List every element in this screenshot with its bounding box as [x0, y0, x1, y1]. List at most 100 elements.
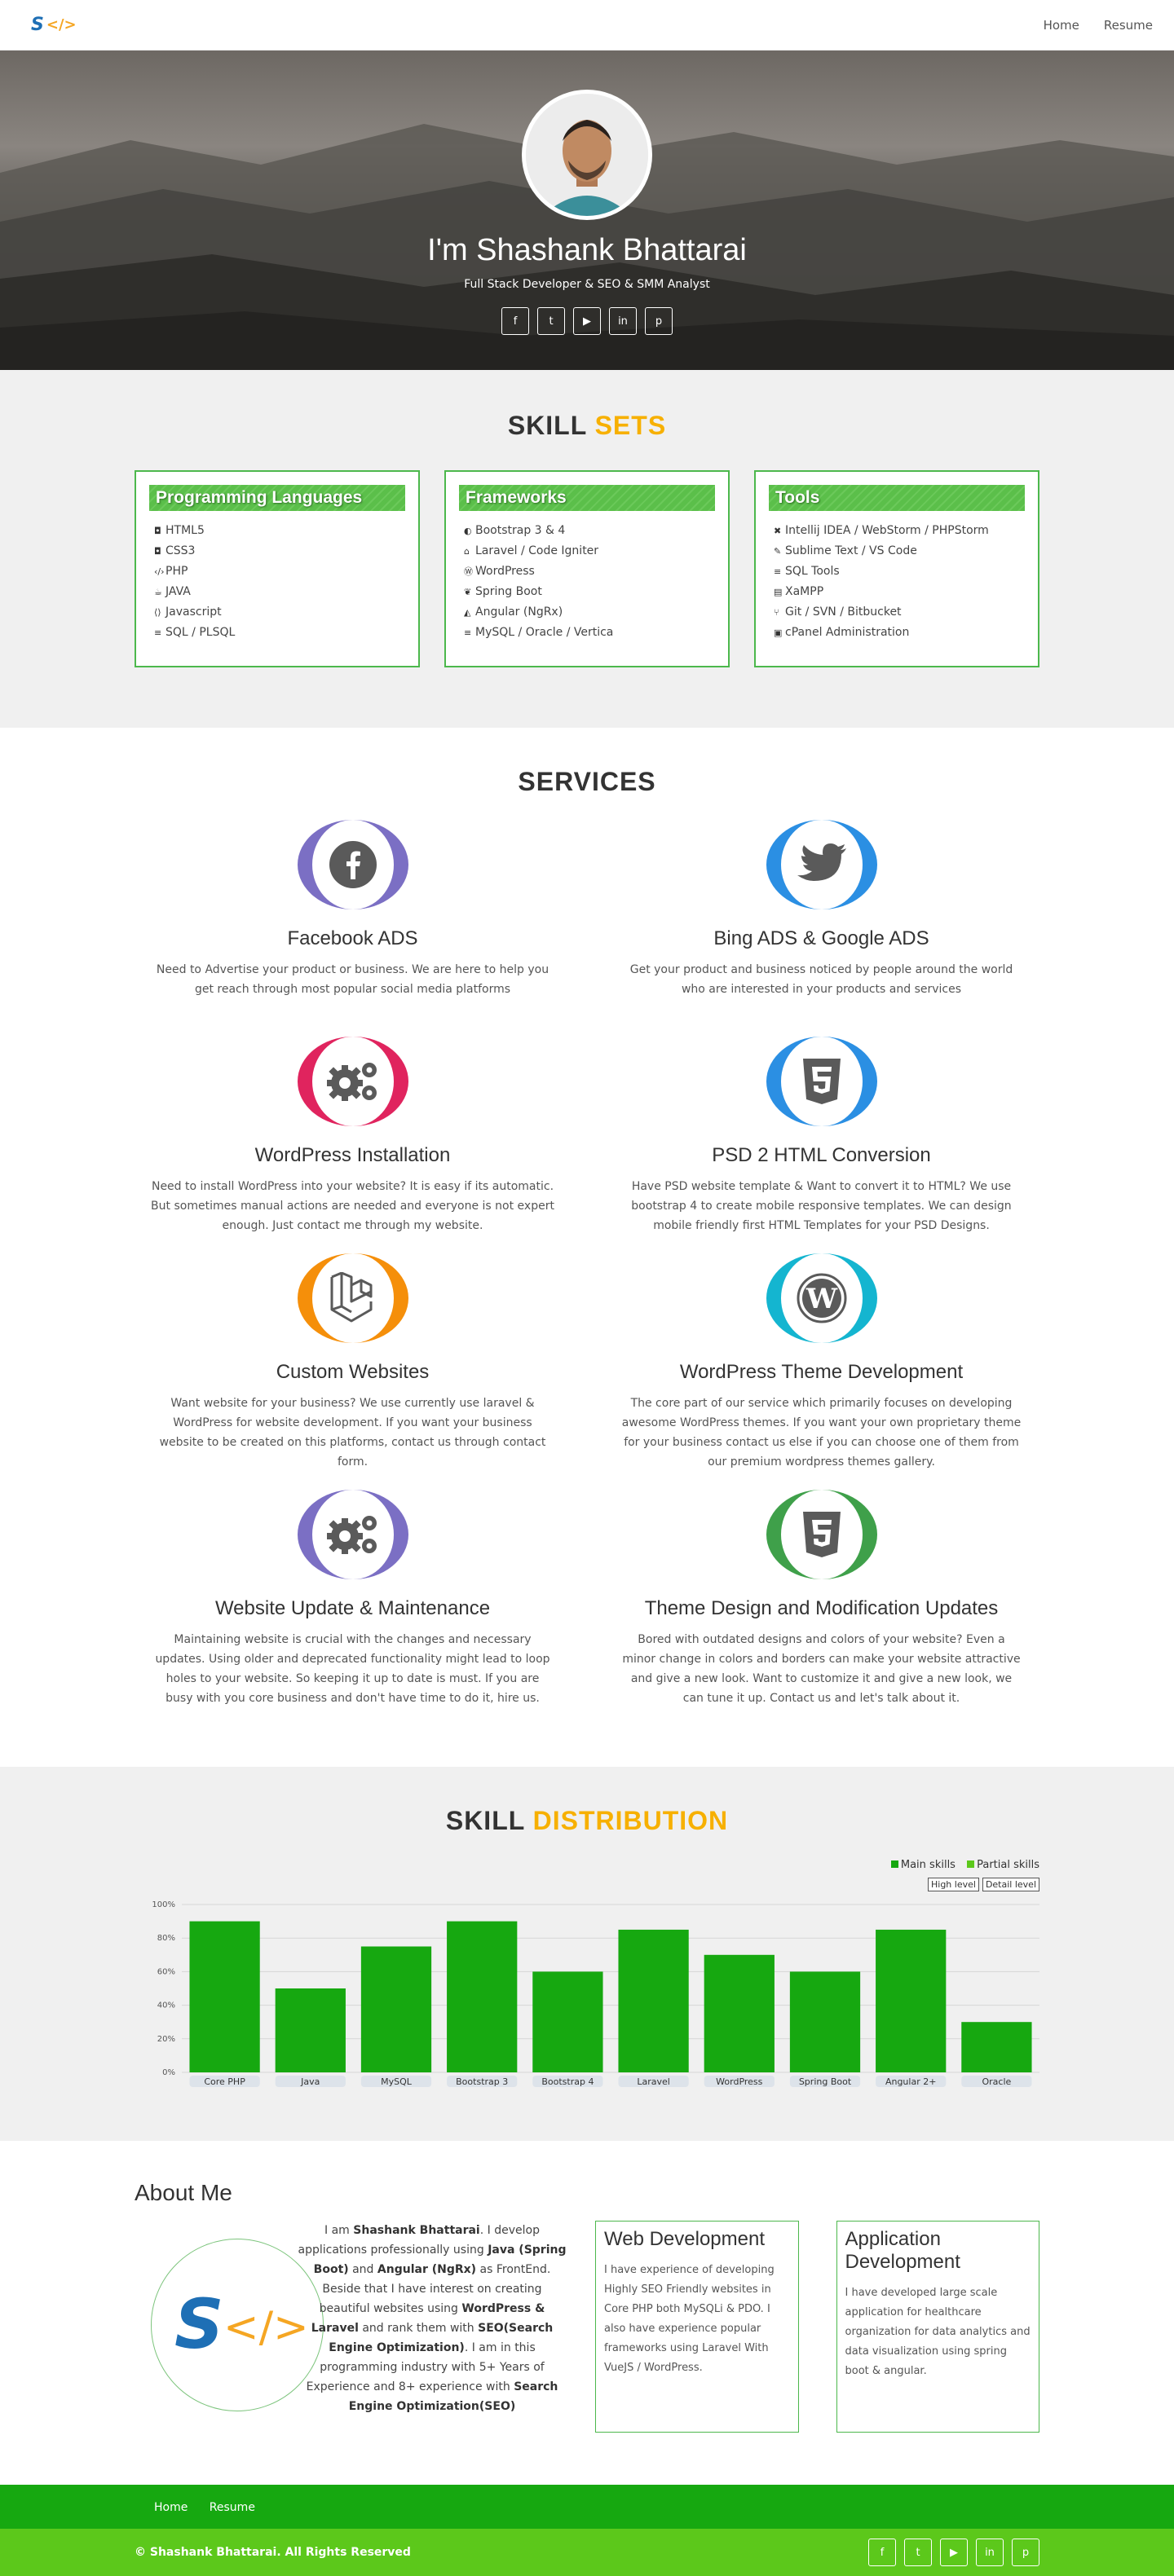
laravel-icon — [330, 1272, 372, 1323]
list-item: ✎ Sublime Text / VS Code — [769, 541, 1025, 561]
site-logo[interactable]: S </> — [31, 15, 77, 35]
skill-card-programming: Programming Languages ◘ HTML5 ◘ CSS3 ‹/›PH… — [135, 470, 420, 667]
copyright-text: © Shashank Bhattarai. All Rights Reserve… — [135, 2546, 411, 2559]
service-text: Want website for your business? We use c… — [159, 1397, 546, 1469]
service-wordpress-installation: WordPress Installation Need to install W… — [135, 1037, 571, 1253]
html5-icon — [802, 1059, 841, 1104]
css3-icon — [802, 1512, 841, 1557]
service-icon-ring: W — [766, 1253, 877, 1343]
x-tick-label: Bootstrap 3 — [456, 2076, 508, 2087]
twitter-icon — [797, 843, 846, 881]
services-title: SERVICES — [518, 767, 656, 796]
service-title: WordPress Theme Development — [679, 1361, 964, 1383]
legend-partial-label[interactable]: Partial skills — [977, 1859, 1039, 1871]
y-tick-label: 60% — [157, 1967, 175, 1976]
about-card-application-development: Application Development I have developed… — [836, 2221, 1039, 2433]
profile-photo — [522, 90, 652, 220]
chart-bar — [189, 1921, 260, 2072]
svg-text:</>: </> — [223, 2303, 307, 2352]
linkedin-icon[interactable]: in — [609, 307, 637, 335]
service-title: Custom Websites — [276, 1361, 430, 1383]
about-card-text: I have experience of developing Highly S… — [604, 2264, 775, 2374]
y-tick-label: 20% — [157, 2035, 175, 2044]
skill-distribution-title: SKILL DISTRIBUTION — [445, 1806, 729, 1835]
list-item: ⌂ Laravel / Code Igniter — [459, 541, 715, 561]
skill-sets-title: SKILL SETS — [507, 411, 667, 440]
nav-resume-link[interactable]: Resume — [1104, 18, 1153, 33]
about-section: About Me S </> I am Shashank Bhattarai. … — [0, 2141, 1174, 2485]
service-wordpress-theme: W WordPress Theme Development The core p… — [603, 1253, 1039, 1490]
javascript-icon: ⟨⟩ — [154, 607, 161, 618]
nav-home-link[interactable]: Home — [1044, 18, 1079, 33]
service-icon-ring — [766, 1490, 877, 1579]
list-item: ◐ Bootstrap 3 & 4 — [459, 521, 715, 541]
wordpress-icon: Ⓦ — [464, 566, 473, 577]
chart-bar — [532, 1971, 603, 2072]
facebook-icon[interactable]: f — [868, 2539, 896, 2566]
about-card-title: Web Development — [604, 2228, 765, 2250]
y-tick-label: 100% — [152, 1900, 175, 1909]
git-icon: ⑂ — [774, 607, 779, 618]
legend-main-label[interactable]: Main skills — [901, 1859, 956, 1871]
pencil-icon: ✎ — [774, 546, 782, 557]
footer: Home Resume © Shashank Bhattarai. All Ri… — [0, 2485, 1174, 2576]
youtube-icon[interactable]: ▶ — [940, 2539, 968, 2566]
nav-links: Home Resume — [1044, 18, 1153, 33]
high-level-button[interactable]: High level — [928, 1878, 979, 1891]
leaf-icon: ❦ — [464, 587, 472, 597]
chart-bar — [876, 1929, 947, 2072]
gears-icon — [326, 1516, 377, 1554]
service-text: Get your product and business noticed by… — [629, 963, 1013, 996]
x-tick-label: WordPress — [716, 2076, 762, 2087]
css3-icon: ◘ — [154, 546, 161, 557]
y-tick-label: 80% — [157, 1934, 175, 1943]
skill-cards: Programming Languages ◘ HTML5 ◘ CSS3 ‹/›PH… — [135, 470, 1039, 667]
chart-bar — [360, 1946, 432, 2072]
skill-sets-section: SKILL SETS Programming Languages ◘ HTML5 … — [0, 370, 1174, 728]
skill-card-title: Programming Languages — [149, 485, 405, 511]
angular-icon: ◭ — [464, 607, 471, 618]
footer-social-links: f t ▶ in p — [868, 2539, 1039, 2566]
list-item: ≡ SQL Tools — [769, 561, 1025, 582]
list-item: ◘ CSS3 — [149, 541, 405, 561]
service-icon-ring — [297, 820, 408, 909]
chart-bar — [789, 1971, 861, 2072]
top-navbar: S </> Home Resume — [0, 0, 1174, 51]
twitter-icon[interactable]: t — [904, 2539, 932, 2566]
pinterest-icon[interactable]: p — [645, 307, 673, 335]
pinterest-icon[interactable]: p — [1012, 2539, 1039, 2566]
wordpress-icon: W — [797, 1273, 846, 1323]
x-tick-label: Laravel — [637, 2076, 669, 2087]
service-psd-html: PSD 2 HTML Conversion Have PSD website t… — [603, 1037, 1039, 1253]
list-item: ‹/›PHP — [149, 561, 405, 582]
detail-level-button[interactable]: Detail level — [982, 1878, 1039, 1891]
y-tick-label: 40% — [157, 2001, 175, 2010]
skill-card-frameworks: Frameworks ◐ Bootstrap 3 & 4 ⌂ Laravel / C… — [444, 470, 730, 667]
database-icon: ≡ — [464, 627, 472, 638]
about-card-text: I have developed large scale application… — [845, 2287, 1031, 2377]
service-text: Need to Advertise your product or busine… — [156, 963, 549, 996]
svg-text:W: W — [805, 1283, 837, 1315]
html5-icon: ◘ — [154, 526, 161, 536]
x-tick-label: Oracle — [982, 2076, 1012, 2087]
service-website-maintenance: Website Update & Maintenance Maintaining… — [135, 1490, 571, 1706]
service-icon-ring — [297, 1037, 408, 1126]
y-tick-label: 0% — [162, 2068, 175, 2077]
chart-bar — [961, 2022, 1032, 2072]
legend-swatch-main — [890, 1860, 898, 1868]
skill-distribution-section: SKILL DISTRIBUTION Main skills Partial s… — [0, 1767, 1174, 2141]
code-logo-icon: S </> — [174, 2284, 307, 2364]
twitter-icon[interactable]: t — [537, 307, 565, 335]
tools-icon: ✖ — [774, 526, 782, 536]
skill-bar-chart: 0% 20% 40% 60% 80% 100% Core PHP Java MySQL Boots… — [152, 1900, 1039, 2087]
facebook-icon[interactable]: f — [501, 307, 529, 335]
services-section: SERVICES Facebook ADS Need to Advertise … — [0, 728, 1174, 1767]
database-icon: ≡ — [774, 566, 782, 577]
facebook-icon — [329, 841, 377, 888]
hero-subtitle: Full Stack Developer & SEO & SMM Analyst — [464, 278, 710, 291]
footer-resume-link[interactable]: Resume — [210, 2501, 255, 2514]
linkedin-icon[interactable]: in — [976, 2539, 1004, 2566]
footer-home-link[interactable]: Home — [154, 2501, 188, 2514]
list-item: ❦ Spring Boot — [459, 582, 715, 602]
youtube-icon[interactable]: ▶ — [573, 307, 601, 335]
